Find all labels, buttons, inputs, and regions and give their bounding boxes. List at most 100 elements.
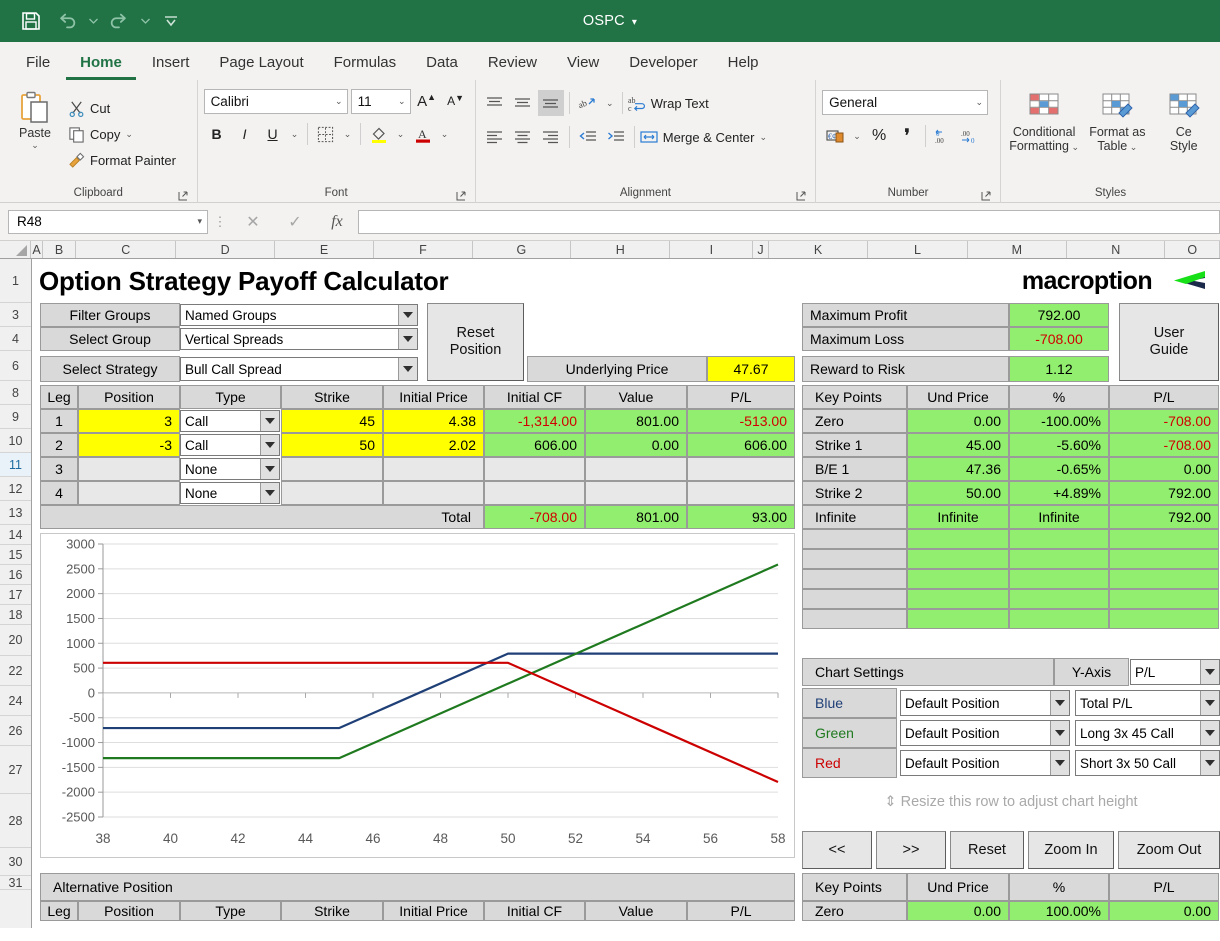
format-as-table-button[interactable]: Format as Table ⌄ — [1083, 88, 1151, 154]
series-green-position-dropdown[interactable]: Default Position — [900, 720, 1070, 746]
borders-chevron-down-icon[interactable]: ⌄ — [341, 121, 355, 147]
leg-4-type-chevron-down-icon[interactable] — [260, 483, 279, 503]
alignment-dialog-launcher-icon[interactable] — [795, 189, 807, 201]
fill-color-chevron-down-icon[interactable]: ⌄ — [394, 121, 408, 147]
row-header-17[interactable]: 17 — [0, 585, 31, 605]
row-header-18[interactable]: 18 — [0, 605, 31, 625]
font-size-combo[interactable]: 11 ⌄ — [350, 88, 411, 114]
comma-style-button[interactable]: ❜ — [894, 123, 920, 149]
row-header-26[interactable]: 26 — [0, 716, 31, 746]
percent-style-button[interactable]: % — [866, 123, 892, 149]
number-format-chevron-down-icon[interactable]: ⌄ — [976, 97, 984, 108]
filter-groups-chevron-down-icon[interactable] — [398, 305, 417, 325]
series-red-position-chevron-down-icon[interactable] — [1050, 751, 1069, 775]
row-header-12[interactable]: 12 — [0, 477, 31, 501]
column-header-F[interactable]: F — [374, 241, 473, 258]
row-header-9[interactable]: 9 — [0, 405, 31, 429]
tab-data[interactable]: Data — [412, 50, 472, 80]
row-header-22[interactable]: 22 — [0, 656, 31, 686]
column-header-M[interactable]: M — [968, 241, 1068, 258]
chart-zoom-out-button[interactable]: Zoom Out — [1118, 831, 1220, 869]
undo-icon[interactable] — [50, 6, 84, 36]
chart-next-button[interactable]: >> — [876, 831, 946, 869]
tab-page-layout[interactable]: Page Layout — [205, 50, 317, 80]
align-bottom-icon[interactable] — [537, 90, 564, 116]
series-red-item-chevron-down-icon[interactable] — [1200, 751, 1219, 775]
copy-chevron-down-icon[interactable]: ⌄ — [125, 129, 133, 140]
leg-4-position[interactable] — [78, 481, 180, 505]
decrease-font-size-icon[interactable]: A ▼ — [443, 88, 469, 114]
series-blue-item-dropdown[interactable]: Total P/L — [1075, 690, 1220, 716]
series-green-position-chevron-down-icon[interactable] — [1050, 721, 1069, 745]
leg-2-initial-price[interactable]: 2.02 — [383, 433, 484, 457]
row-header-31[interactable]: 31 — [0, 876, 31, 890]
row-header-15[interactable]: 15 — [0, 545, 31, 565]
reset-position-button[interactable]: Reset Position — [427, 303, 524, 381]
series-green-item-dropdown[interactable]: Long 3x 45 Call — [1075, 720, 1220, 746]
font-name-combo[interactable]: Calibri ⌄ — [203, 88, 348, 114]
fill-color-icon[interactable] — [366, 121, 392, 147]
leg-3-position[interactable] — [78, 457, 180, 481]
name-box[interactable]: R48 ▾ — [8, 209, 208, 234]
column-header-A[interactable]: A — [31, 241, 43, 258]
row-header-3[interactable]: 3 — [0, 303, 31, 327]
tab-file[interactable]: File — [12, 50, 64, 80]
select-strategy-chevron-down-icon[interactable] — [398, 358, 417, 380]
column-header-N[interactable]: N — [1067, 241, 1166, 258]
tab-formulas[interactable]: Formulas — [320, 50, 411, 80]
row-header-28[interactable]: 28 — [0, 794, 31, 848]
series-blue-position-dropdown[interactable]: Default Position — [900, 690, 1070, 716]
tab-developer[interactable]: Developer — [615, 50, 711, 80]
accounting-format-icon[interactable]: €¢ — [822, 123, 848, 149]
column-header-G[interactable]: G — [473, 241, 572, 258]
format-painter-button[interactable]: Format Painter — [68, 148, 176, 174]
series-blue-item-chevron-down-icon[interactable] — [1200, 691, 1219, 715]
leg-1-type-dropdown[interactable]: Call — [180, 410, 280, 432]
name-box-chevron-down-icon[interactable]: ▾ — [197, 216, 202, 227]
cut-button[interactable]: Cut — [68, 96, 176, 122]
underlying-price-value[interactable]: 47.67 — [707, 356, 795, 382]
leg-3-initial-price[interactable] — [383, 457, 484, 481]
leg-4-initial-price[interactable] — [383, 481, 484, 505]
paste-button[interactable]: Paste ⌄ — [6, 86, 64, 183]
leg-1-position[interactable]: 3 — [78, 409, 180, 433]
align-top-icon[interactable] — [482, 90, 508, 116]
clipboard-dialog-launcher-icon[interactable] — [177, 189, 189, 201]
increase-decimal-icon[interactable]: 0.00 — [931, 123, 955, 149]
row-header-20[interactable]: 20 — [0, 625, 31, 656]
select-all-corner[interactable] — [0, 241, 32, 258]
series-blue-position-chevron-down-icon[interactable] — [1050, 691, 1069, 715]
tab-review[interactable]: Review — [474, 50, 551, 80]
tab-help[interactable]: Help — [714, 50, 773, 80]
formula-bar-handle[interactable]: ⋮ — [208, 214, 232, 230]
copy-button[interactable]: Copy ⌄ — [68, 122, 176, 148]
cell-styles-button[interactable]: Ce Style — [1153, 88, 1214, 153]
row-header-10[interactable]: 10 — [0, 429, 31, 453]
font-size-chevron-down-icon[interactable]: ⌄ — [398, 96, 406, 107]
row-header-8[interactable]: 8 — [0, 381, 31, 405]
column-header-J[interactable]: J — [753, 241, 769, 258]
increase-font-size-icon[interactable]: A ▲ — [414, 88, 440, 114]
tab-insert[interactable]: Insert — [138, 50, 204, 80]
decrease-indent-icon[interactable] — [575, 124, 601, 150]
column-header-I[interactable]: I — [670, 241, 754, 258]
leg-1-type-chevron-down-icon[interactable] — [260, 411, 279, 431]
filter-groups-dropdown[interactable]: Named Groups — [180, 304, 418, 326]
leg-1-strike[interactable]: 45 — [281, 409, 383, 433]
number-dialog-launcher-icon[interactable] — [980, 189, 992, 201]
paste-chevron-down-icon[interactable]: ⌄ — [31, 140, 39, 151]
undo-dropdown-icon[interactable] — [86, 6, 100, 36]
series-green-item-chevron-down-icon[interactable] — [1200, 721, 1219, 745]
column-header-O[interactable]: O — [1165, 241, 1220, 258]
chart-prev-button[interactable]: << — [802, 831, 872, 869]
column-header-C[interactable]: C — [76, 241, 177, 258]
wrap-text-button[interactable]: ab c Wrap Text — [628, 90, 709, 116]
insert-function-icon[interactable]: fx — [316, 209, 358, 235]
leg-2-type-chevron-down-icon[interactable] — [260, 435, 279, 455]
redo-icon[interactable] — [102, 6, 136, 36]
series-red-item-dropdown[interactable]: Short 3x 50 Call — [1075, 750, 1220, 776]
conditional-formatting-button[interactable]: Conditional Formatting ⌄ — [1007, 88, 1081, 154]
cancel-icon[interactable]: ✕ — [232, 209, 274, 235]
borders-icon[interactable] — [313, 121, 339, 147]
column-header-B[interactable]: B — [43, 241, 77, 258]
